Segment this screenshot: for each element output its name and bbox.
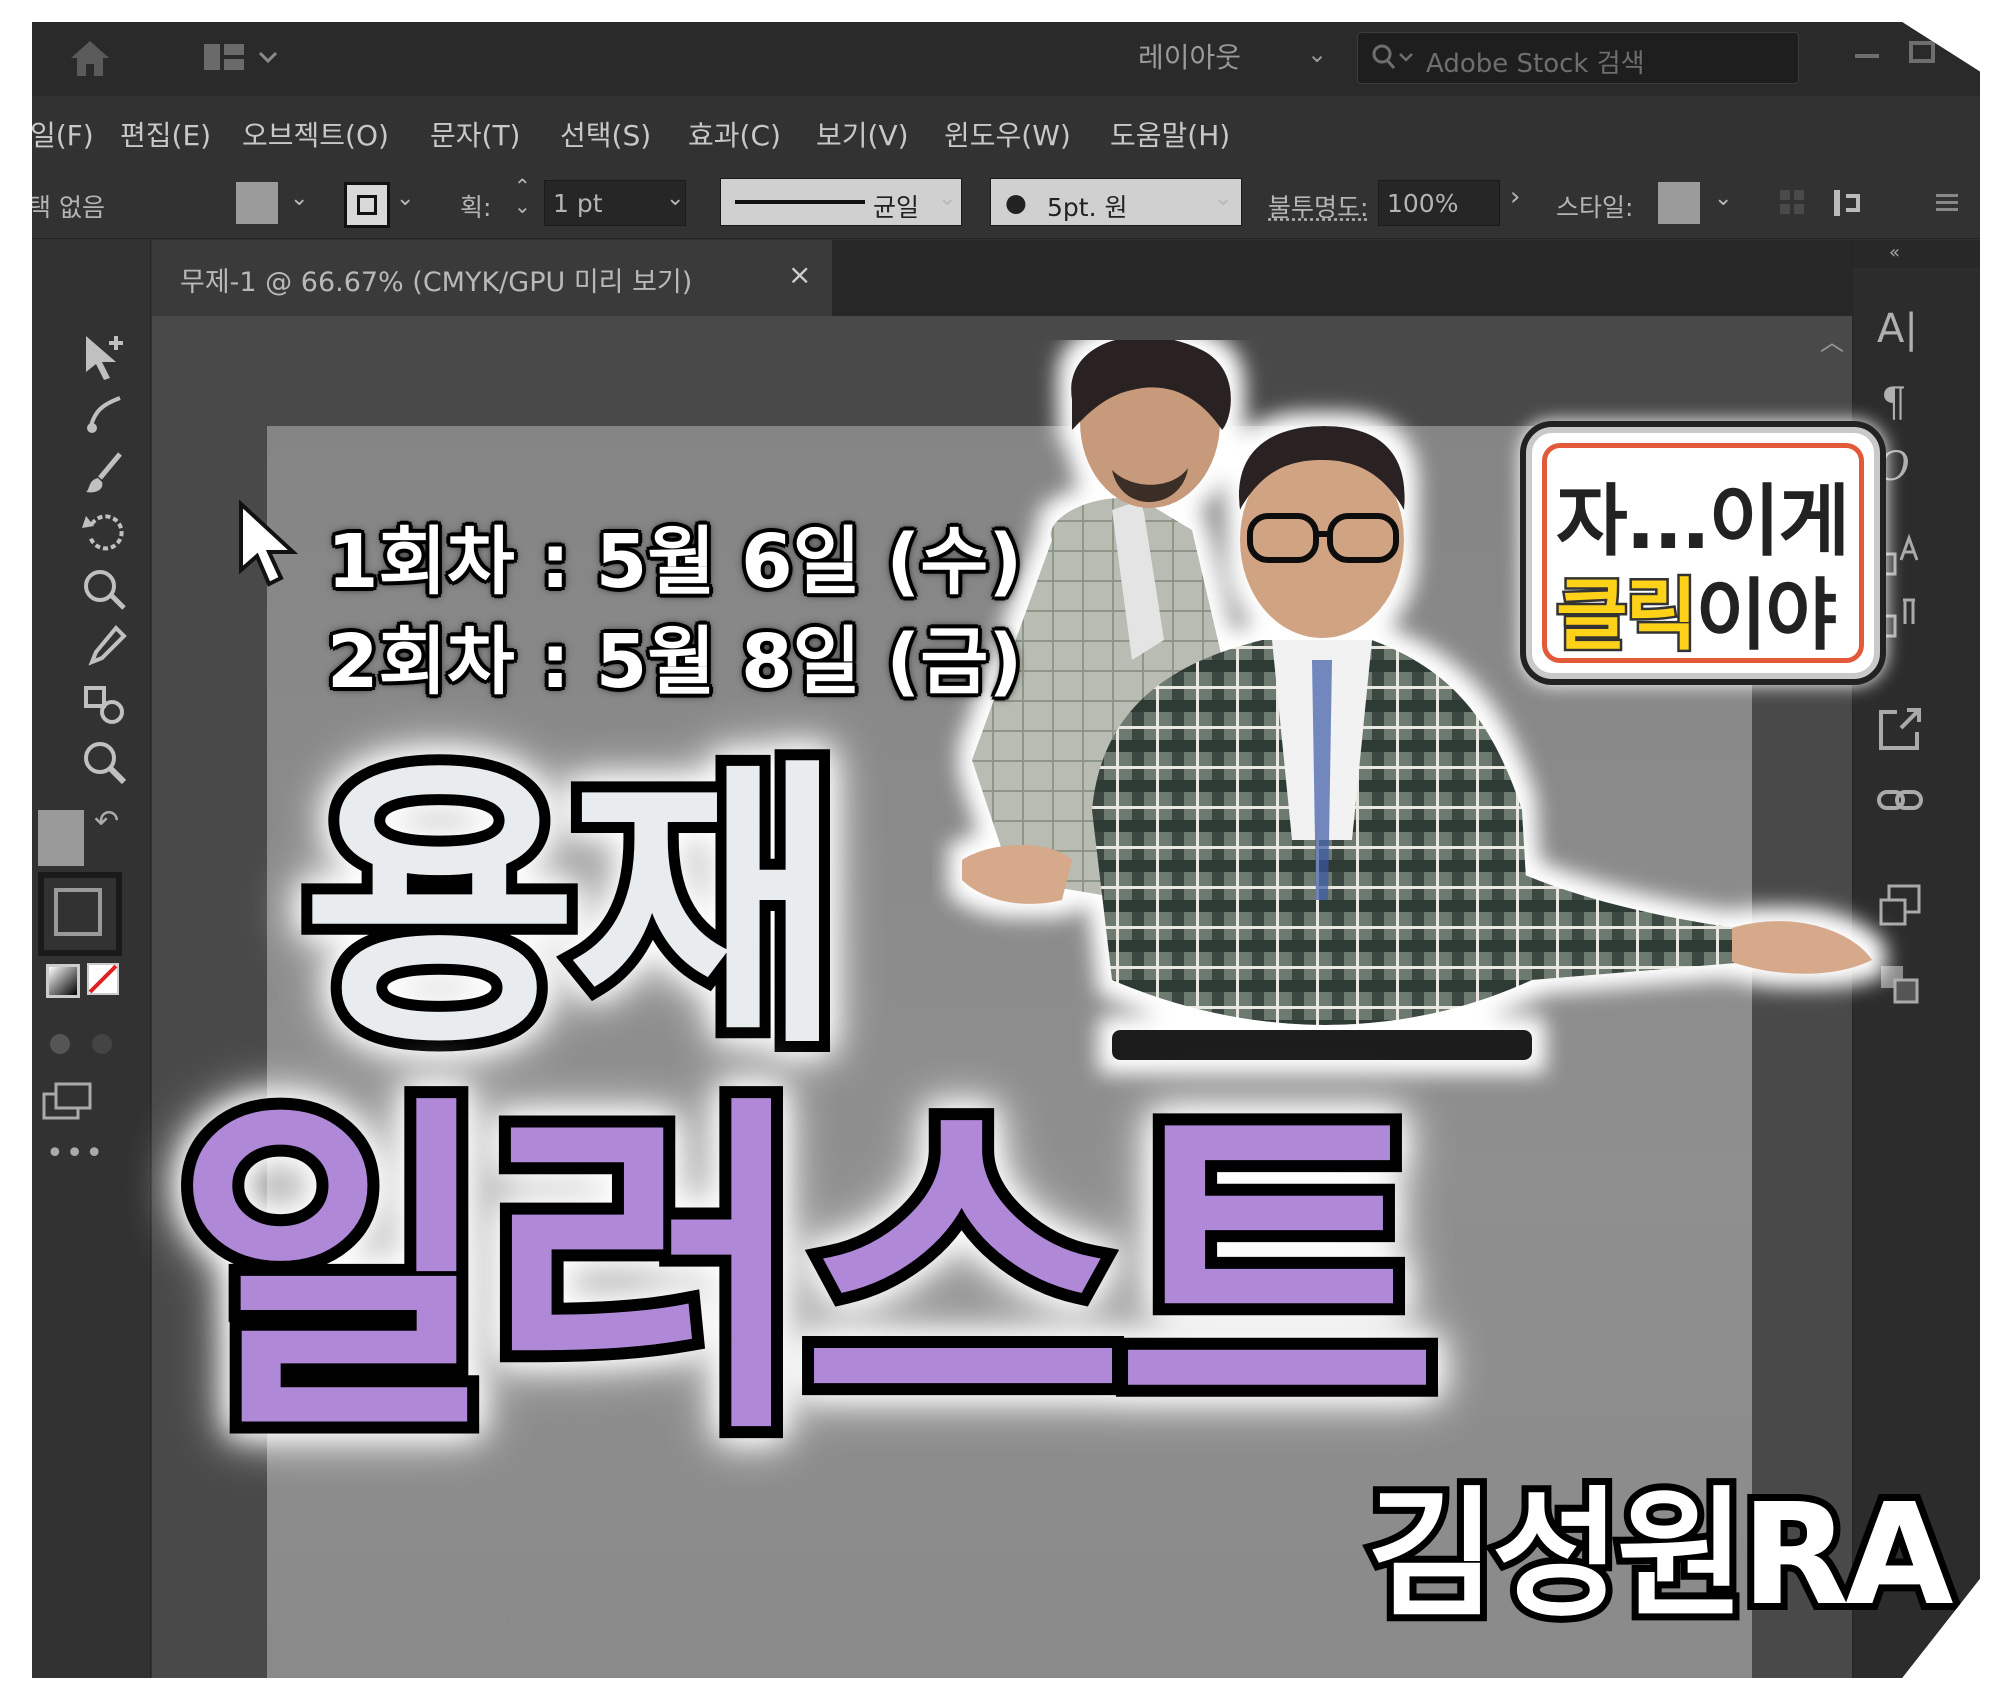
menu-type[interactable]: 문자(T) xyxy=(430,114,520,154)
title-bar: 레이아웃 ⌄ Adobe Stock 검색 xyxy=(32,22,1980,96)
mouse-cursor-icon xyxy=(239,500,299,587)
opacity-label[interactable]: 불투명도: xyxy=(1268,188,1368,224)
menu-object[interactable]: 오브젝트(O) xyxy=(242,114,389,154)
layout-dropdown[interactable]: 레이아웃 xyxy=(1138,36,1241,76)
search-icon xyxy=(1372,44,1413,69)
opacity-value: 100% xyxy=(1387,189,1459,218)
paintbrush-icon[interactable] xyxy=(80,448,130,498)
menu-file[interactable]: 일(F) xyxy=(32,114,94,154)
menu-edit[interactable]: 편집(E) xyxy=(120,114,211,154)
home-icon[interactable] xyxy=(67,36,113,80)
speech-highlight: 클릭 xyxy=(1554,569,1701,664)
stroke-profile-value: 균일 xyxy=(873,193,920,222)
more-tools-icon[interactable]: ••• xyxy=(46,1136,105,1171)
transform-icon[interactable] xyxy=(1832,186,1882,220)
align-grid-icon[interactable] xyxy=(1778,188,1808,218)
stock-search-input[interactable]: Adobe Stock 검색 xyxy=(1357,32,1799,84)
eyedropper-icon[interactable] xyxy=(80,622,130,672)
brush-value: 5pt. 원 xyxy=(1047,193,1128,222)
tools-panel: ↶ ••• xyxy=(32,240,151,1678)
title-line-2: 일러스트 xyxy=(162,1068,1450,1476)
chevron-down-icon[interactable]: ⌄ xyxy=(396,186,414,211)
width-tool-icon[interactable] xyxy=(80,564,130,614)
selection-status: 택 없음 xyxy=(32,193,105,222)
chevron-right-icon[interactable]: › xyxy=(1510,182,1520,212)
schedule-line-1: 1회차 : 5월 6일 (수) xyxy=(327,519,1023,605)
maximize-icon[interactable] xyxy=(1902,34,1942,74)
stock-search-placeholder: Adobe Stock 검색 xyxy=(1426,49,1645,79)
menu-view[interactable]: 보기(V) xyxy=(816,114,909,154)
menu-help[interactable]: 도움말(H) xyxy=(1110,114,1230,154)
presenter-name: 김성원RA xyxy=(1360,1467,1961,1644)
fill-color-box[interactable] xyxy=(38,810,84,866)
stepper-down-icon[interactable]: ⌄ xyxy=(514,194,531,218)
style-swatch[interactable] xyxy=(1658,182,1700,224)
speech-rest: 이야 xyxy=(1695,571,1838,661)
zoom-icon[interactable] xyxy=(80,738,130,788)
fill-swatch[interactable] xyxy=(236,182,278,224)
stroke-color-box[interactable] xyxy=(38,872,122,956)
chevron-down-icon[interactable]: ⌄ xyxy=(290,186,308,211)
menu-window[interactable]: 윈도우(W) xyxy=(944,114,1071,154)
gradient-mode-icon[interactable] xyxy=(46,964,80,998)
document-tab-title: 무제-1 @ 66.67% (CMYK/GPU 미리 보기) xyxy=(180,267,693,298)
control-bar: 택 없음 ⌄ ⌄ 획: ⌃ ⌄ 1 pt ⌄ 균일 ⌄ ● 5pt. 원 ⌄ 불… xyxy=(32,164,1980,239)
style-label: 스타일: xyxy=(1556,193,1634,222)
title-line-1: 용재 xyxy=(291,735,855,1084)
swap-colors-icon[interactable]: ↶ xyxy=(94,804,119,839)
illustrator-window: 레이아웃 ⌄ Adobe Stock 검색 일(F) 편집(E) 오브젝트(O)… xyxy=(32,22,1980,1678)
menu-effect[interactable]: 효과(C) xyxy=(688,114,781,154)
opacity-input[interactable]: 100% xyxy=(1378,180,1500,226)
brush-dot-icon: ● xyxy=(1005,188,1027,217)
panel-menu-icon[interactable] xyxy=(1932,188,1962,218)
stroke-profile-dropdown[interactable]: 균일 xyxy=(720,178,962,226)
minimize-icon[interactable] xyxy=(1847,34,1887,74)
stroke-label: 획: xyxy=(460,193,492,222)
document-tab[interactable]: 무제-1 @ 66.67% (CMYK/GPU 미리 보기) × xyxy=(152,240,832,316)
schedule-line-2: 2회차 : 5월 8일 (금) xyxy=(327,619,1023,705)
none-mode-icon[interactable] xyxy=(86,962,120,996)
speech-line2: 클릭이야 xyxy=(1554,553,1838,665)
brush-dropdown[interactable]: ● 5pt. 원 xyxy=(990,178,1242,226)
draw-mode-icon[interactable] xyxy=(46,1030,126,1060)
menu-bar: 일(F) 편집(E) 오브젝트(O) 문자(T) 선택(S) 효과(C) 보기(… xyxy=(32,96,1980,164)
rotate-icon[interactable] xyxy=(80,506,130,556)
menu-select[interactable]: 선택(S) xyxy=(560,114,651,154)
chevron-down-icon[interactable]: ⌄ xyxy=(666,186,684,211)
collapse-panels-icon[interactable]: « xyxy=(1889,242,1900,263)
direct-selection-icon[interactable] xyxy=(80,332,130,382)
close-icon[interactable]: × xyxy=(788,258,811,291)
chevron-down-icon[interactable]: ⌄ xyxy=(1714,186,1732,211)
chevron-down-icon[interactable]: ⌄ xyxy=(1307,40,1327,68)
screen-mode-icon[interactable] xyxy=(38,1080,98,1124)
workspace-switcher-icon[interactable] xyxy=(202,38,292,78)
document-tab-bar: 무제-1 @ 66.67% (CMYK/GPU 미리 보기) × xyxy=(152,240,1852,316)
stroke-swatch[interactable] xyxy=(344,182,390,228)
pen-curvature-icon[interactable] xyxy=(80,390,130,440)
blend-icon[interactable] xyxy=(80,680,130,730)
chevron-down-icon[interactable]: ⌄ xyxy=(1214,186,1232,211)
chevron-down-icon[interactable]: ⌄ xyxy=(938,186,956,211)
stroke-weight-input[interactable]: 1 pt xyxy=(544,180,686,226)
stroke-weight-value: 1 pt xyxy=(553,189,603,218)
speech-badge: 자...이게 클릭이야 xyxy=(1526,427,1880,679)
